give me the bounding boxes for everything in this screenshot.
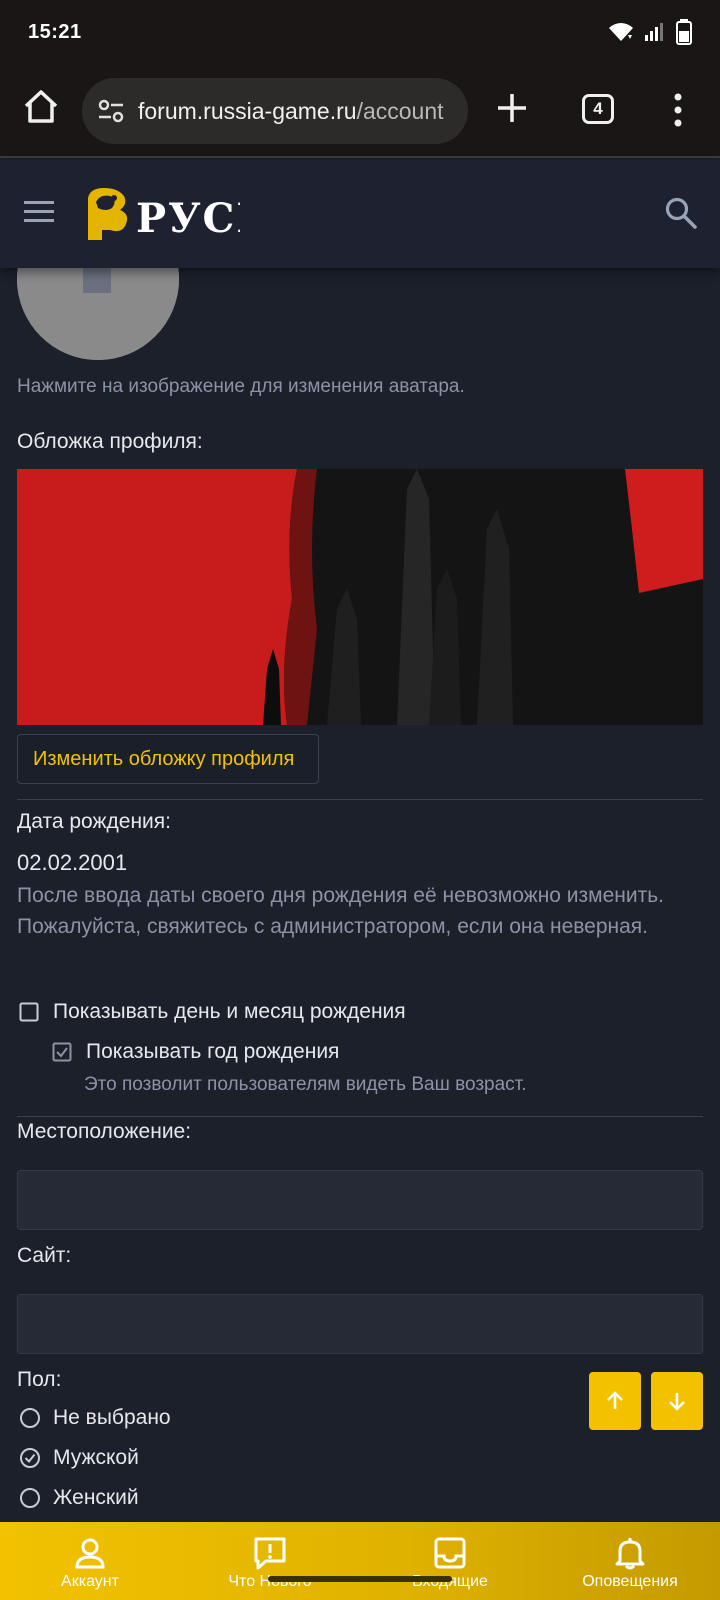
radio-unselected-icon[interactable] <box>19 1487 41 1509</box>
nav-notifications[interactable]: Оповещения <box>540 1522 720 1600</box>
nav-whats-new[interactable]: Что Нового <box>180 1522 360 1600</box>
url-text: forum.russia-game.ru/account <box>138 98 444 125</box>
arrow-up-icon <box>607 1391 623 1409</box>
alert-message-icon <box>254 1537 286 1570</box>
search-icon[interactable] <box>664 196 698 230</box>
nav-notifications-label: Оповещения <box>582 1573 678 1590</box>
bottom-navigation: Аккаунт Что Нового Входящие Оповещения <box>0 1522 720 1600</box>
checkbox-unchecked-icon[interactable] <box>19 1002 39 1022</box>
avatar[interactable] <box>17 268 179 360</box>
tab-switcher-button[interactable]: 4 <box>582 94 614 124</box>
status-bar: 15:21 <box>0 0 720 64</box>
inbox-icon <box>434 1537 466 1569</box>
radio-selected-icon[interactable] <box>19 1447 41 1469</box>
show-year-checkbox[interactable]: Показывать год рождения <box>52 1040 339 1064</box>
account-content: Нажмите на изображение для изменения ава… <box>0 268 720 1522</box>
more-options-icon[interactable] <box>668 92 688 128</box>
location-field-wrapper <box>17 1170 703 1230</box>
scroll-to-bottom-button[interactable] <box>651 1372 703 1430</box>
gender-option-none[interactable]: Не выбрано <box>19 1406 171 1430</box>
menu-icon[interactable] <box>24 198 56 226</box>
gender-label: Пол: <box>17 1368 62 1391</box>
url-domain: forum.russia-game.ru <box>138 97 357 124</box>
site-header: РУСЬ <box>0 160 720 268</box>
website-label: Сайт: <box>17 1244 72 1267</box>
logo-text: РУСЬ <box>136 195 240 242</box>
divider <box>17 799 703 800</box>
cover-artwork <box>17 469 703 725</box>
gender-option-label: Не выбрано <box>53 1406 171 1429</box>
signal-icon <box>645 23 663 41</box>
battery-icon <box>676 19 692 45</box>
birthdate-hint: После ввода даты своего дня рождения её … <box>17 884 665 938</box>
browser-toolbar: forum.russia-game.ru/account 4 <box>0 64 720 158</box>
avatar-image <box>17 268 179 360</box>
show-day-month-checkbox[interactable]: Показывать день и месяц рождения <box>19 1000 406 1024</box>
location-label: Местоположение: <box>17 1120 192 1143</box>
url-path: /account <box>356 97 444 124</box>
radio-unselected-icon[interactable] <box>19 1407 41 1429</box>
nav-account[interactable]: Аккаунт <box>0 1522 180 1600</box>
site-settings-icon[interactable] <box>96 96 126 126</box>
new-tab-icon[interactable] <box>494 90 530 126</box>
wifi-icon <box>609 23 633 41</box>
status-icons <box>608 19 692 45</box>
gender-option-male[interactable]: Мужской <box>19 1446 139 1470</box>
show-year-hint: Это позволит пользователям видеть Ваш во… <box>84 1074 527 1095</box>
show-year-label: Показывать год рождения <box>86 1040 340 1063</box>
person-icon <box>75 1538 105 1569</box>
checkbox-checked-icon[interactable] <box>52 1042 72 1062</box>
site-logo[interactable]: РУСЬ <box>80 184 269 244</box>
nav-account-label: Аккаунт <box>61 1573 119 1590</box>
avatar-hint: Нажмите на изображение для изменения ава… <box>17 376 465 397</box>
cover-label: Обложка профиля: <box>17 430 203 453</box>
address-bar[interactable]: forum.russia-game.ru/account <box>82 78 468 144</box>
gender-option-female[interactable]: Женский <box>19 1486 139 1510</box>
website-field-wrapper <box>17 1294 703 1354</box>
nav-inbox[interactable]: Входящие <box>360 1522 540 1600</box>
birthdate-label: Дата рождения: <box>17 810 171 833</box>
arrow-down-icon <box>669 1393 685 1411</box>
gesture-bar <box>268 1576 452 1582</box>
profile-cover-image[interactable] <box>17 469 703 725</box>
divider <box>17 1116 703 1117</box>
scroll-to-top-button[interactable] <box>589 1372 641 1430</box>
gender-option-label: Мужской <box>53 1446 139 1469</box>
location-input[interactable] <box>18 1171 702 1229</box>
clock: 15:21 <box>28 20 82 43</box>
website-input[interactable] <box>18 1295 702 1353</box>
birthdate-value: 02.02.2001 <box>17 850 128 875</box>
home-icon[interactable] <box>22 88 60 126</box>
change-cover-button[interactable]: Изменить обложку профиля <box>17 734 319 784</box>
bell-icon <box>615 1538 645 1570</box>
gender-option-label: Женский <box>53 1486 139 1509</box>
show-day-month-label: Показывать день и месяц рождения <box>53 1000 406 1023</box>
